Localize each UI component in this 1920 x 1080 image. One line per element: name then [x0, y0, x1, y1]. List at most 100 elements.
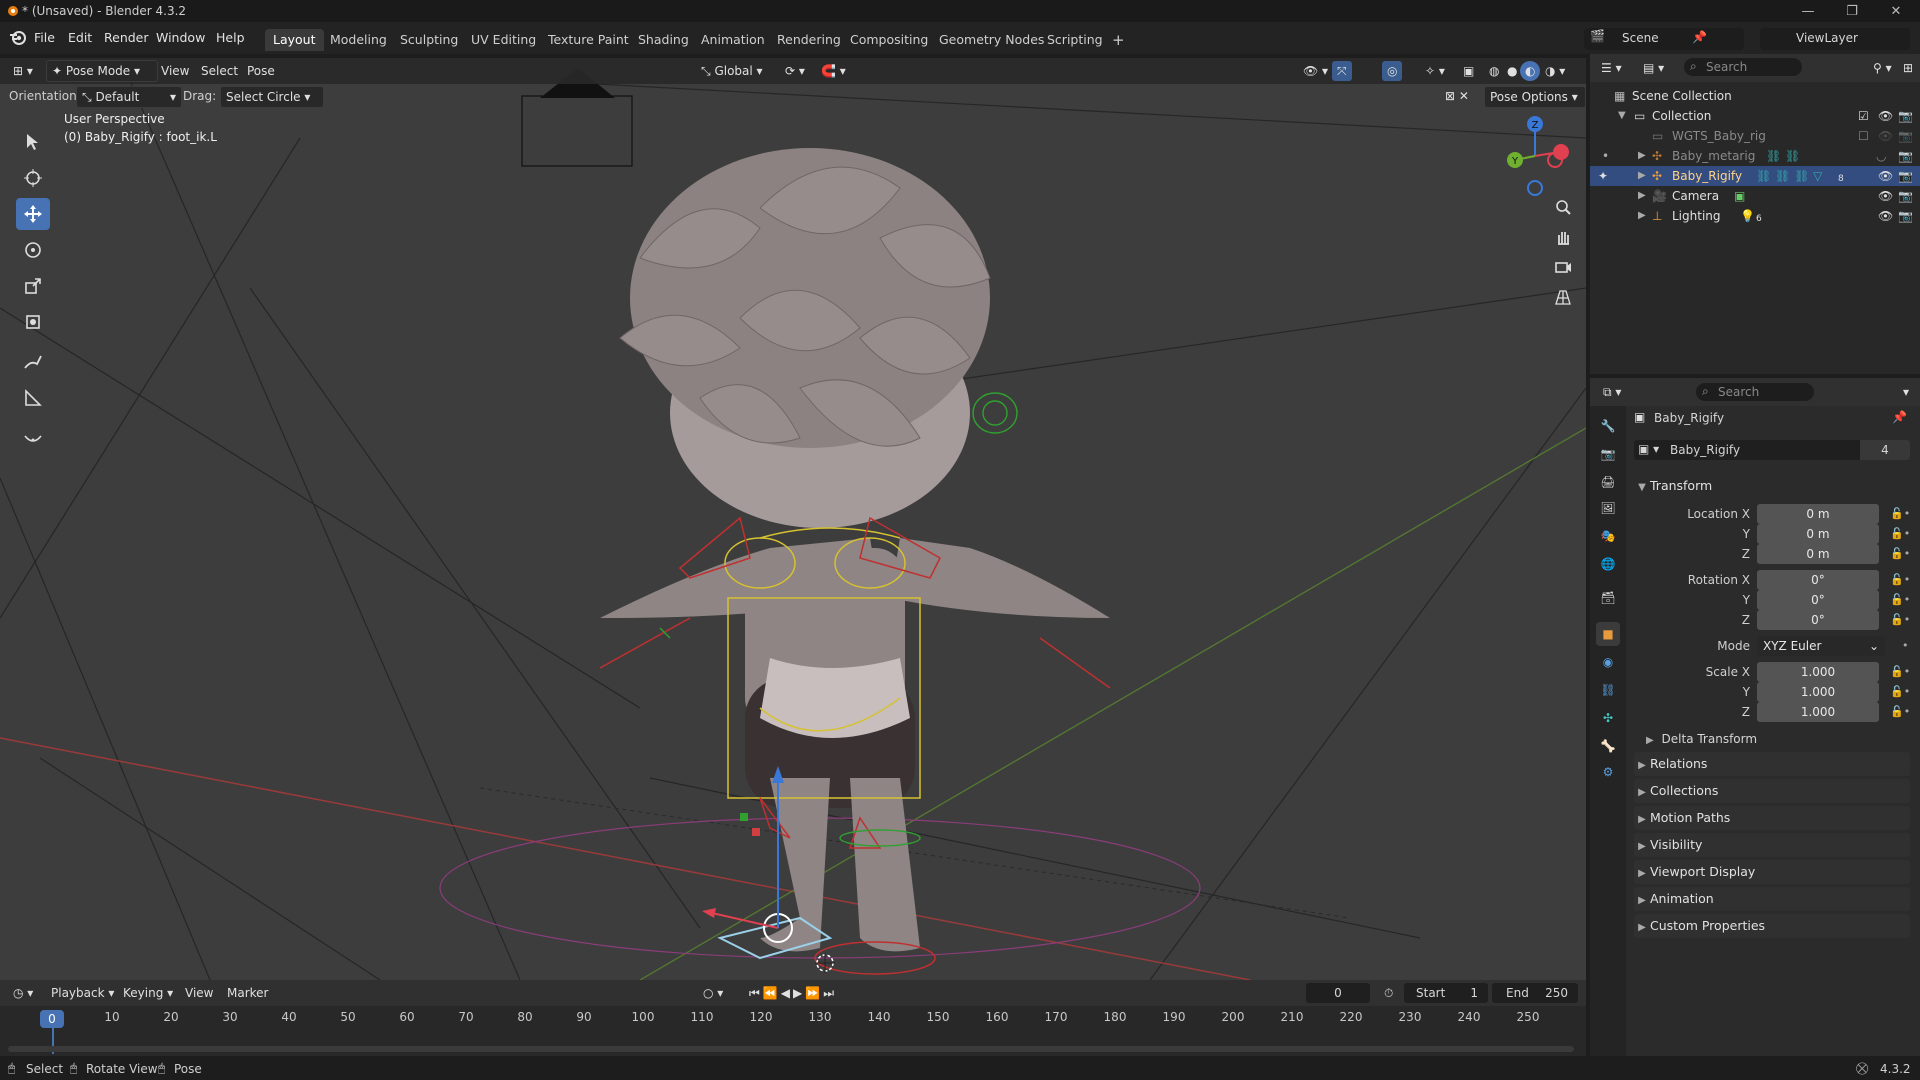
drag-dropdown[interactable]: Select Circle ▾ — [220, 86, 324, 108]
expand-chevron-icon[interactable]: ▶ — [1638, 146, 1646, 166]
pin-icon[interactable]: 📌 — [1892, 410, 1907, 424]
current-frame-field[interactable]: 0 — [1306, 983, 1370, 1003]
jump-start-icon[interactable]: ⏮ — [749, 986, 763, 1000]
workspace-tab-geometry-nodes[interactable]: Geometry Nodes — [931, 29, 1052, 51]
menu-help[interactable]: Help — [210, 28, 251, 48]
expand-chevron-icon[interactable]: ▶ — [1638, 186, 1646, 206]
end-frame-field[interactable]: End 250 — [1492, 983, 1578, 1003]
marker-menu[interactable]: Marker — [222, 983, 273, 1003]
relax-pose-tool-icon[interactable] — [16, 422, 50, 454]
hidden-eye-icon[interactable]: ◡ — [1876, 146, 1886, 166]
bone-constraint-tab-icon[interactable]: ⚙ — [1596, 760, 1620, 784]
hidden-visibility-icon[interactable]: 👁 — [1878, 126, 1893, 146]
object-browse-icon[interactable]: ▣ ▾ — [1638, 442, 1659, 456]
lock-icon[interactable]: 🔓• — [1890, 682, 1910, 702]
pin-icon[interactable]: 📌 — [1692, 30, 1707, 44]
pose-options-dropdown[interactable]: Pose Options ▾ — [1484, 86, 1586, 108]
maximize-button[interactable]: ❐ — [1830, 0, 1874, 22]
3d-viewport[interactable]: ⊞ ▾ ✦ Pose Mode ▾ View Select Pose ⤡ Glo… — [0, 58, 1586, 980]
jump-end-icon[interactable]: ⏭ — [823, 986, 837, 1000]
menu-pose[interactable]: Pose — [242, 61, 280, 81]
menu-window[interactable]: Window — [150, 28, 211, 48]
physics-tab-icon[interactable]: ◉ — [1596, 650, 1620, 674]
workspace-tab-sculpting[interactable]: Sculpting — [392, 29, 466, 51]
properties-options-icon[interactable]: ▾ — [1898, 382, 1914, 402]
pan-hand-icon[interactable] — [1548, 222, 1578, 252]
auto-keying-icon[interactable]: ○ ▾ — [698, 983, 728, 1003]
armature-data-tab-icon[interactable]: ✣ — [1596, 706, 1620, 730]
motion-paths-panel-header[interactable]: ▶ Motion Paths — [1634, 806, 1910, 830]
playhead-frame-marker[interactable]: 0 — [40, 1010, 64, 1028]
gizmo-toggle-icon[interactable]: ⤧ — [1332, 61, 1352, 81]
visibility-panel-header[interactable]: ▶ Visibility — [1634, 833, 1910, 857]
prev-keyframe-icon[interactable]: ⏪ — [763, 986, 781, 1000]
lock-icon[interactable]: 🔓• — [1890, 544, 1910, 564]
expand-chevron-icon[interactable]: ▶ — [1638, 206, 1646, 226]
pivot-point-icon[interactable]: ⟳ ▾ — [780, 61, 810, 81]
menu-select[interactable]: Select — [196, 61, 243, 81]
timeline-editor-type-icon[interactable]: ◷ ▾ — [8, 983, 38, 1003]
measure-tool-icon[interactable] — [16, 382, 50, 414]
bone-tab-icon[interactable]: 🦴 — [1596, 734, 1620, 758]
menu-edit[interactable]: Edit — [62, 28, 98, 48]
lock-icon[interactable]: 🔓• — [1890, 570, 1910, 590]
relations-panel-header[interactable]: ▶ Relations — [1634, 752, 1910, 776]
viewport-scene[interactable] — [0, 58, 1586, 980]
lock-icon[interactable]: 🔓• — [1890, 524, 1910, 544]
workspace-tab-modeling[interactable]: Modeling — [322, 29, 395, 51]
rotation-z-field[interactable]: 0° — [1757, 610, 1879, 630]
workspace-tab-animation[interactable]: Animation — [693, 29, 773, 51]
scale-z-field[interactable]: 1.000 — [1757, 702, 1879, 722]
outliner-row-baby-metarig[interactable]: • ▶ ✣ Baby_metarig ⛓ ⛓ ◡ 📷 — [1590, 146, 1920, 166]
expand-chevron-icon[interactable]: ▶ — [1638, 166, 1646, 186]
bone-overlay-icon[interactable]: ✧ ▾ — [1420, 61, 1450, 81]
unchecked-checkbox-icon[interactable]: ☐ — [1858, 126, 1869, 146]
play-icon[interactable]: ▶ — [793, 986, 805, 1000]
menu-view[interactable]: View — [156, 61, 194, 81]
view-layer-tab-icon[interactable]: 🖼 — [1596, 496, 1620, 520]
add-workspace-icon[interactable]: + — [1104, 29, 1133, 51]
render-disabled-icon[interactable]: 📷 — [1898, 126, 1913, 146]
rotate-tool-icon[interactable] — [16, 234, 50, 266]
viewlayer-selector[interactable]: ViewLayer — [1760, 28, 1910, 50]
workspace-tab-layout[interactable]: Layout — [265, 29, 324, 51]
outliner-row-collection[interactable]: ▼ ▭ Collection ☑ 👁 📷 — [1590, 106, 1920, 126]
mode-dropdown[interactable]: ✦ Pose Mode ▾ — [46, 60, 158, 82]
workspace-tab-shading[interactable]: Shading — [630, 29, 697, 51]
custom-properties-panel-header[interactable]: ▶ Custom Properties — [1634, 914, 1910, 938]
output-tab-icon[interactable]: 🖨 — [1596, 470, 1620, 494]
transform-panel-header[interactable]: ▼ Transform — [1634, 474, 1910, 498]
lock-icon[interactable]: 🔓• — [1890, 662, 1910, 682]
workspace-tab-uv-editing[interactable]: UV Editing — [463, 29, 544, 51]
outliner-row-scene-collection[interactable]: ▦ Scene Collection — [1590, 86, 1920, 106]
scale-y-field[interactable]: 1.000 — [1757, 682, 1879, 702]
collection-checkbox-icon[interactable]: ☑ — [1858, 106, 1869, 126]
outliner-row-lighting[interactable]: ▶ ⊥ Lighting 💡 6 👁 📷 — [1590, 206, 1920, 226]
world-tab-icon[interactable]: 🌐 — [1596, 552, 1620, 576]
users-count[interactable]: 4 — [1860, 440, 1910, 460]
scene-tab-icon[interactable]: 🎭 — [1596, 524, 1620, 548]
properties-editor-type-icon[interactable]: ⧉ ▾ — [1598, 382, 1626, 402]
lock-icon[interactable]: 🔓• — [1890, 504, 1910, 524]
outliner-row-wgts-baby-rig[interactable]: ▭ WGTS_Baby_rig ☐ 👁 📷 — [1590, 126, 1920, 146]
keying-menu[interactable]: Keying ▾ — [118, 983, 178, 1003]
render-icon[interactable]: 📷 — [1898, 166, 1913, 186]
minimize-button[interactable]: — — [1786, 0, 1830, 22]
menu-file[interactable]: File — [28, 28, 61, 48]
outliner-row-camera[interactable]: ▶ 🎥 Camera ▣ 👁 📷 — [1590, 186, 1920, 206]
keyframe-dot-icon[interactable]: • — [1902, 636, 1909, 656]
rendered-shading-icon[interactable]: ◑ ▾ — [1540, 61, 1570, 81]
editor-type-dropdown[interactable]: ⊞ ▾ — [8, 61, 38, 81]
lock-icon[interactable]: 🔓• — [1890, 590, 1910, 610]
delta-transform-subpanel[interactable]: ▶ Delta Transform — [1646, 728, 1906, 750]
transform-tool-icon[interactable] — [16, 306, 50, 338]
close-window-button[interactable]: ✕ — [1874, 0, 1918, 22]
constraints-tab-icon[interactable]: ⛓ — [1596, 678, 1620, 702]
outliner-editor-type-icon[interactable]: ☰ ▾ — [1596, 58, 1627, 78]
scale-tool-icon[interactable] — [16, 270, 50, 302]
start-frame-field[interactable]: Start 1 — [1404, 983, 1488, 1003]
scene-selector[interactable]: 🎬 Scene 📌 — [1584, 28, 1744, 50]
viewport-display-panel-header[interactable]: ▶ Viewport Display — [1634, 860, 1910, 884]
camera-view-icon[interactable] — [1548, 252, 1578, 282]
perspective-grid-icon[interactable] — [1548, 282, 1578, 312]
